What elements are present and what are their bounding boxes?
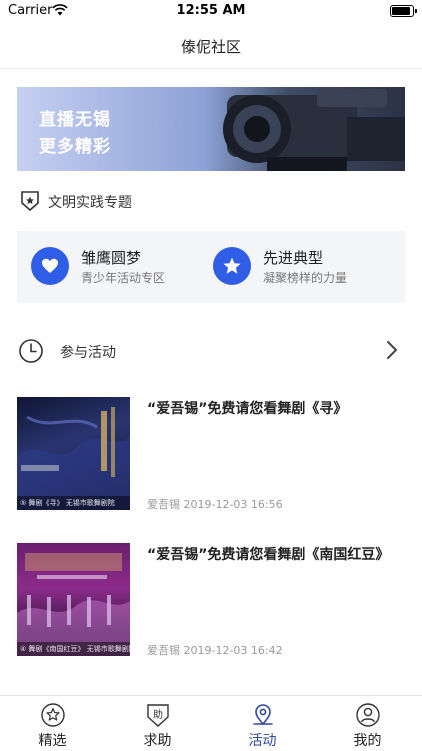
feature-models[interactable]: 先进典型 凝聚榜样的力量	[213, 247, 393, 287]
activity-label: 参与活动	[60, 345, 116, 361]
news-title: “爱吾锡”免费请您看舞剧《南国红豆》	[147, 547, 390, 563]
live-banner[interactable]: 直播无锡 更多精彩	[17, 87, 405, 171]
clock: 12:55 AM	[176, 3, 246, 18]
tab-mine[interactable]: 我的	[315, 696, 420, 751]
location-pin-icon	[253, 704, 273, 726]
chevron-right-icon	[387, 341, 397, 359]
tab-activity-label: 活动	[248, 733, 277, 749]
news-item[interactable]: ④ 舞剧《南国红豆》 无锡市歌舞剧院 “爱吾锡”免费请您看舞剧《南国红豆》 爱吾…	[17, 543, 405, 657]
thumbnail-caption: ⑤ 舞剧《寻》 无锡市歌舞剧院	[17, 496, 130, 510]
tab-bar: 精选 助 求助 活动 我的	[0, 695, 422, 751]
star-icon	[213, 247, 251, 285]
shield-star-icon	[21, 191, 39, 212]
help-shield-icon: 助	[147, 704, 169, 727]
user-icon	[356, 703, 380, 727]
tab-help-label: 求助	[143, 733, 172, 749]
news-meta: 爱吾锡 2019-12-03 16:56	[147, 496, 283, 512]
banner-line-2: 更多精彩	[39, 137, 111, 157]
tab-mine-label: 我的	[353, 733, 382, 749]
activity-row[interactable]: 参与活动	[18, 336, 404, 366]
svg-text:助: 助	[153, 708, 163, 721]
feature-youth-title: 雏鹰圆梦	[81, 249, 142, 267]
news-source: 爱吾锡	[147, 644, 180, 657]
battery-icon	[390, 5, 417, 17]
tab-featured[interactable]: 精选	[0, 696, 105, 751]
feature-youth-subtitle: 青少年活动专区	[81, 271, 166, 285]
banner-line-1: 直播无锡	[39, 110, 111, 130]
camera-illustration	[223, 89, 405, 171]
news-thumbnail: ④ 舞剧《南国红豆》 无锡市歌舞剧院	[17, 543, 130, 656]
news-item[interactable]: ⑤ 舞剧《寻》 无锡市歌舞剧院 “爱吾锡”免费请您看舞剧《寻》 爱吾锡 2019…	[17, 397, 405, 511]
page-title: 傣伲社区	[180, 38, 241, 56]
feature-card: 雏鹰圆梦 青少年活动专区 先进典型 凝聚榜样的力量	[17, 231, 405, 303]
heart-icon	[31, 247, 69, 285]
tab-featured-label: 精选	[38, 733, 67, 749]
news-datetime: 2019-12-03 16:42	[183, 644, 283, 657]
status-bar: Carrier 12:55 AM	[0, 0, 422, 22]
navigation-bar: 傣伲社区	[0, 22, 422, 69]
feature-youth[interactable]: 雏鹰圆梦 青少年活动专区	[31, 247, 211, 287]
feature-models-subtitle: 凝聚榜样的力量	[263, 271, 348, 285]
news-meta: 爱吾锡 2019-12-03 16:42	[147, 642, 283, 658]
section-title: 文明实践专题	[48, 195, 132, 211]
news-title: “爱吾锡”免费请您看舞剧《寻》	[147, 401, 348, 417]
star-circle-icon	[41, 703, 65, 727]
news-thumbnail: ⑤ 舞剧《寻》 无锡市歌舞剧院	[17, 397, 130, 510]
feature-models-title: 先进典型	[263, 249, 324, 267]
news-source: 爱吾锡	[147, 498, 180, 511]
clock-icon	[19, 339, 43, 363]
news-datetime: 2019-12-03 16:56	[183, 498, 283, 511]
tab-activity[interactable]: 活动	[210, 696, 315, 751]
tab-help[interactable]: 助 求助	[105, 696, 210, 751]
thumbnail-caption: ④ 舞剧《南国红豆》 无锡市歌舞剧院	[17, 642, 130, 656]
